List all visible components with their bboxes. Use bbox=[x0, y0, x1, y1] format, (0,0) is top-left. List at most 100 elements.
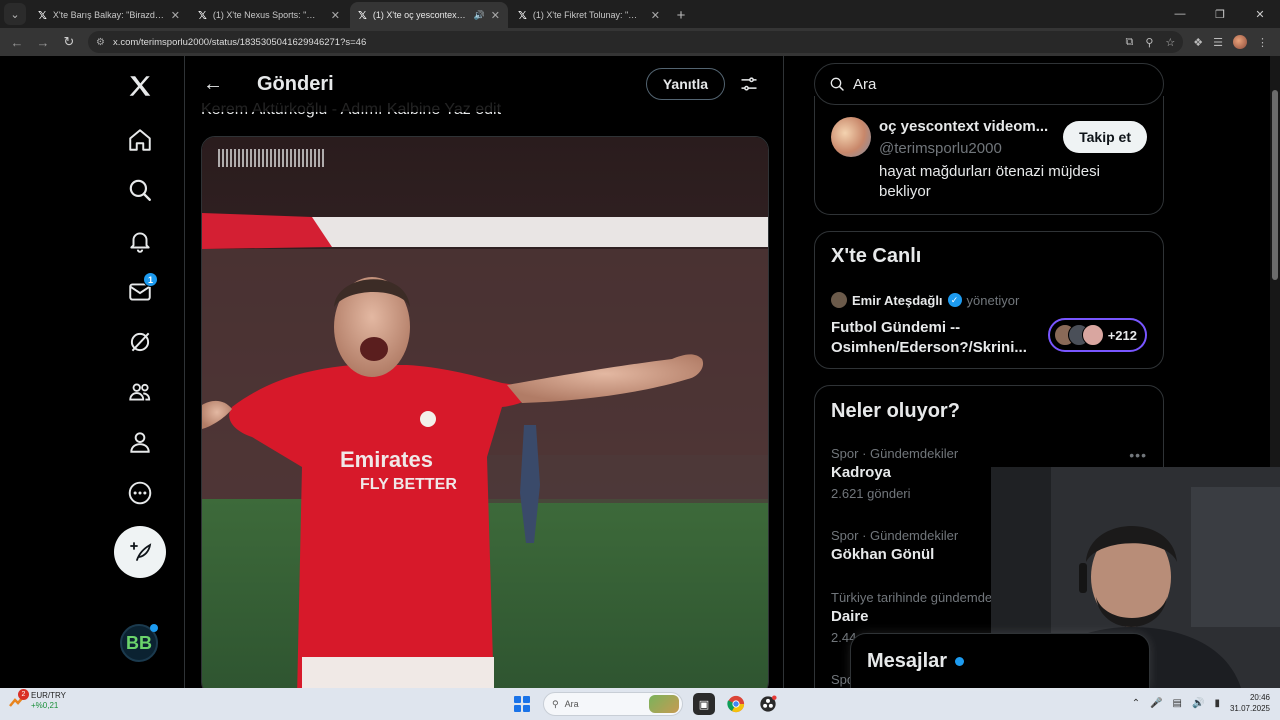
obs-icon[interactable] bbox=[757, 693, 779, 715]
forward-icon[interactable]: → bbox=[32, 31, 54, 53]
scrollbar-thumb[interactable] bbox=[1272, 90, 1278, 280]
system-tray: ⌃ 🎤 ▤ 🔊 ▮ 20:46 31.07.2025 bbox=[1132, 692, 1270, 714]
search-icon: ⚲ bbox=[552, 698, 559, 709]
widget-value: +%0,21 bbox=[31, 701, 59, 710]
space-host[interactable]: Emir Ateşdağlı ✓ yönetiyor bbox=[831, 292, 1019, 308]
site-info-icon[interactable]: ⚙ bbox=[96, 37, 105, 48]
follow-button[interactable]: Takip et bbox=[1063, 121, 1147, 153]
maximize-icon[interactable]: ❐ bbox=[1200, 8, 1240, 21]
chevron-up-icon[interactable]: ⌃ bbox=[1132, 698, 1140, 709]
listener-avatar bbox=[1081, 324, 1104, 346]
tab-title: X'te Barış Balkay: "Birazdan ya… bbox=[52, 10, 165, 20]
clock[interactable]: 20:46 31.07.2025 bbox=[1230, 692, 1270, 714]
taskbar-apps: ⚲ Ara ▣ bbox=[511, 692, 779, 716]
post-video[interactable]: Emirates FLY BETTER bbox=[201, 136, 769, 688]
tab-search-button[interactable]: ⌄ bbox=[4, 3, 26, 25]
volume-icon[interactable]: 🔊 bbox=[1192, 698, 1204, 709]
compose-post-button[interactable] bbox=[114, 526, 166, 578]
search-highlight-image bbox=[649, 695, 679, 713]
reload-icon[interactable]: ↻ bbox=[58, 31, 80, 53]
url-text: x.com/terimsporlu2000/status/18353050416… bbox=[112, 36, 367, 48]
chrome-icon[interactable] bbox=[725, 693, 747, 715]
author-card: oç yescontext videom... @terimsporlu2000… bbox=[814, 96, 1164, 215]
browser-tab-1[interactable]: 𝕏 X'te Barış Balkay: "Birazdan ya… ✕ bbox=[30, 2, 188, 28]
trend-meta: Spor · Gündemdekiler bbox=[831, 446, 959, 461]
menu-icon[interactable]: ⋮ bbox=[1257, 36, 1268, 49]
window-controls: — ❐ ✕ bbox=[1160, 0, 1280, 28]
windows-taskbar: 2 EUR/TRY +%0,21 ⚲ Ara ▣ ⌃ 🎤 ▤ 🔊 ▮ 20:46… bbox=[0, 688, 1280, 720]
page-title: Gönderi bbox=[257, 72, 334, 95]
minimize-icon[interactable]: — bbox=[1160, 8, 1200, 20]
back-icon[interactable]: ← bbox=[6, 31, 28, 53]
unread-dot bbox=[955, 656, 965, 666]
zoom-icon[interactable]: ⚲ bbox=[1145, 36, 1153, 49]
author-handle[interactable]: @terimsporlu2000 bbox=[879, 140, 1002, 157]
chart-widget-icon: 2 bbox=[8, 689, 29, 710]
url-bar[interactable]: ⚙ x.com/terimsporlu2000/status/183530504… bbox=[88, 31, 1184, 53]
post-detail-column: ← Gönderi Yanıtla Kerem Aktürkoğlu - Adı… bbox=[184, 56, 784, 688]
space-listeners-pill[interactable]: +212 bbox=[1047, 318, 1147, 352]
battery-icon[interactable]: ▮ bbox=[1214, 698, 1220, 709]
verified-badge-icon: ✓ bbox=[947, 293, 962, 307]
account-avatar[interactable]: BB bbox=[120, 624, 158, 662]
author-bio: hayat mağdurları ötenazi müjdesi bekliyo… bbox=[879, 163, 1100, 200]
host-name: Emir Ateşdağlı bbox=[852, 292, 943, 308]
clock-date: 31.07.2025 bbox=[1229, 704, 1270, 713]
tab-title: (1) X'te Nexus Sports: "🟡🔵 M… bbox=[212, 9, 325, 20]
reading-list-icon[interactable]: ☰ bbox=[1213, 36, 1223, 49]
close-icon[interactable]: ✕ bbox=[651, 9, 660, 22]
install-app-icon[interactable]: ⧉ bbox=[1125, 36, 1133, 49]
browser-toolbar: ← → ↻ ⚙ x.com/terimsporlu2000/status/183… bbox=[0, 28, 1280, 56]
widget-title: EUR/TRY bbox=[31, 691, 66, 700]
communities-icon[interactable] bbox=[112, 370, 168, 414]
extensions-icon[interactable]: ❖ bbox=[1193, 36, 1203, 49]
clock-time: 20:46 bbox=[1249, 693, 1270, 702]
notifications-icon[interactable] bbox=[112, 219, 168, 263]
author-name[interactable]: oç yescontext videom... bbox=[879, 118, 1055, 135]
messages-badge: 1 bbox=[143, 272, 158, 287]
space-title[interactable]: Futbol Gündemi -- Osimhen/Ederson?/Skrin… bbox=[831, 318, 1041, 358]
more-icon[interactable] bbox=[112, 471, 168, 515]
x-logo-icon[interactable] bbox=[112, 64, 168, 108]
close-icon[interactable]: ✕ bbox=[171, 9, 180, 22]
search-placeholder: Ara bbox=[853, 75, 877, 93]
reply-button[interactable]: Yanıtla bbox=[645, 68, 725, 100]
live-card-title: X'te Canlı bbox=[831, 245, 922, 267]
live-spaces-card: X'te Canlı Emir Ateşdağlı ✓ yönetiyor Fu… bbox=[814, 231, 1164, 369]
video-frame: Emirates FLY BETTER bbox=[202, 137, 768, 688]
search-icon[interactable] bbox=[112, 168, 168, 212]
currency-widget[interactable]: 2 EUR/TRY +%0,21 bbox=[8, 689, 66, 711]
extensions-area: ❖ ☰ ⋮ bbox=[1187, 35, 1274, 49]
svg-text:FLY BETTER: FLY BETTER bbox=[360, 476, 457, 493]
x-logo-icon: 𝕏 bbox=[38, 8, 47, 22]
home-icon[interactable] bbox=[112, 118, 168, 162]
author-avatar[interactable] bbox=[831, 117, 871, 157]
new-tab-button[interactable]: + bbox=[668, 2, 694, 28]
tab-title: (1) X'te oç yescontext videom… bbox=[372, 10, 468, 20]
profile-avatar[interactable] bbox=[1233, 35, 1247, 49]
browser-tab-2[interactable]: 𝕏 (1) X'te Nexus Sports: "🟡🔵 M… ✕ bbox=[190, 2, 348, 28]
search-icon bbox=[830, 77, 844, 91]
profile-icon[interactable] bbox=[112, 420, 168, 464]
task-view-icon[interactable]: ▣ bbox=[693, 693, 715, 715]
windows-start-icon[interactable] bbox=[511, 693, 533, 715]
browser-tab-4[interactable]: 𝕏 (1) X'te Fikret Tolunay: "@_alite… ✕ bbox=[510, 2, 668, 28]
network-icon[interactable]: ▤ bbox=[1173, 698, 1182, 709]
messages-icon[interactable]: 1 bbox=[112, 270, 168, 314]
taskbar-search[interactable]: ⚲ Ara bbox=[543, 692, 683, 716]
bookmark-star-icon[interactable]: ☆ bbox=[1165, 36, 1175, 49]
browser-tab-3-active[interactable]: 𝕏 (1) X'te oç yescontext videom… 🔊 ✕ bbox=[350, 2, 508, 28]
widget-badge: 2 bbox=[18, 689, 29, 700]
close-icon[interactable]: ✕ bbox=[331, 9, 340, 22]
feather-plus-icon bbox=[130, 542, 152, 561]
grok-icon[interactable] bbox=[112, 320, 168, 364]
microphone-icon[interactable]: 🎤 bbox=[1150, 698, 1162, 709]
sliders-icon[interactable] bbox=[731, 66, 767, 102]
back-arrow-icon[interactable]: ← bbox=[195, 66, 231, 102]
account-indicator-dot bbox=[150, 624, 158, 632]
audio-playing-icon[interactable]: 🔊 bbox=[474, 10, 485, 21]
omnibox-actions: ⧉ ⚲ ☆ bbox=[1125, 36, 1175, 49]
messages-drawer[interactable]: Mesajlar bbox=[850, 633, 1150, 688]
close-window-icon[interactable]: ✕ bbox=[1240, 8, 1280, 21]
close-icon[interactable]: ✕ bbox=[491, 9, 500, 22]
